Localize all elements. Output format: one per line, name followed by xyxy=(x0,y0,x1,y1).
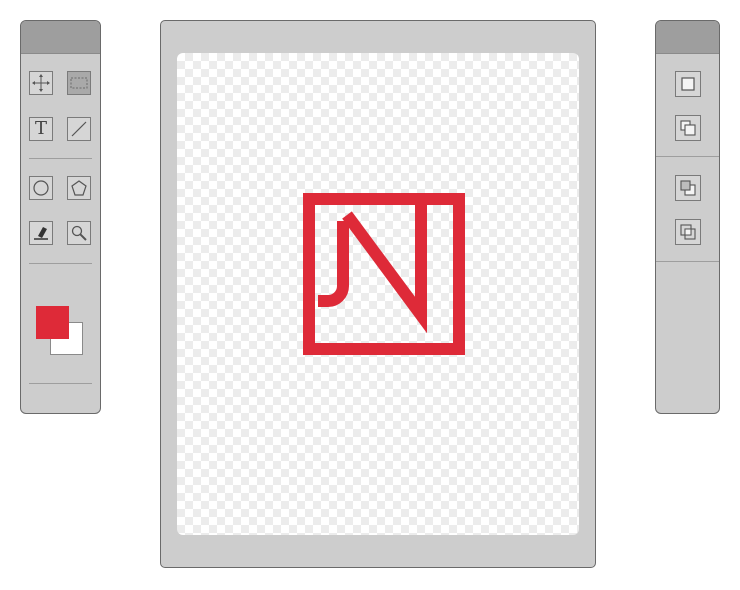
text-tool-button[interactable]: T xyxy=(29,117,53,141)
marquee-select-icon xyxy=(70,77,88,89)
intersect-icon xyxy=(680,224,696,240)
left-toolbar-divider xyxy=(29,383,92,384)
left-toolbar: T xyxy=(20,20,101,414)
zoom-icon xyxy=(71,225,87,241)
right-toolbar-divider xyxy=(656,156,719,157)
left-toolbar-divider xyxy=(29,158,92,159)
artboard-canvas[interactable] xyxy=(177,53,579,535)
move-tool-button[interactable] xyxy=(29,71,53,95)
ellipse-icon xyxy=(33,180,49,196)
square-shape-button[interactable] xyxy=(675,71,701,97)
union-button[interactable] xyxy=(675,115,701,141)
ellipse-tool-button[interactable] xyxy=(29,176,53,200)
line-icon xyxy=(71,121,87,137)
right-toolbar-header[interactable] xyxy=(656,21,719,54)
union-icon xyxy=(680,120,696,136)
zoom-tool-button[interactable] xyxy=(67,221,91,245)
marquee-tool-button[interactable] xyxy=(67,71,91,95)
intersect-button[interactable] xyxy=(675,219,701,245)
eraser-tool-button[interactable] xyxy=(29,221,53,245)
right-toolbar xyxy=(655,20,720,414)
polygon-icon xyxy=(71,180,87,196)
canvas-window xyxy=(160,20,596,568)
move-icon xyxy=(32,74,50,92)
eraser-icon xyxy=(34,227,48,240)
jn-logo xyxy=(303,193,465,355)
left-toolbar-header[interactable] xyxy=(21,21,100,54)
subtract-icon xyxy=(680,180,696,196)
foreground-color-swatch[interactable] xyxy=(36,306,69,339)
subtract-button[interactable] xyxy=(675,175,701,201)
square-shape-icon xyxy=(681,77,695,91)
polygon-tool-button[interactable] xyxy=(67,176,91,200)
text-icon: T xyxy=(34,118,47,139)
left-toolbar-divider xyxy=(29,263,92,264)
line-tool-button[interactable] xyxy=(67,117,91,141)
right-toolbar-divider xyxy=(656,261,719,262)
